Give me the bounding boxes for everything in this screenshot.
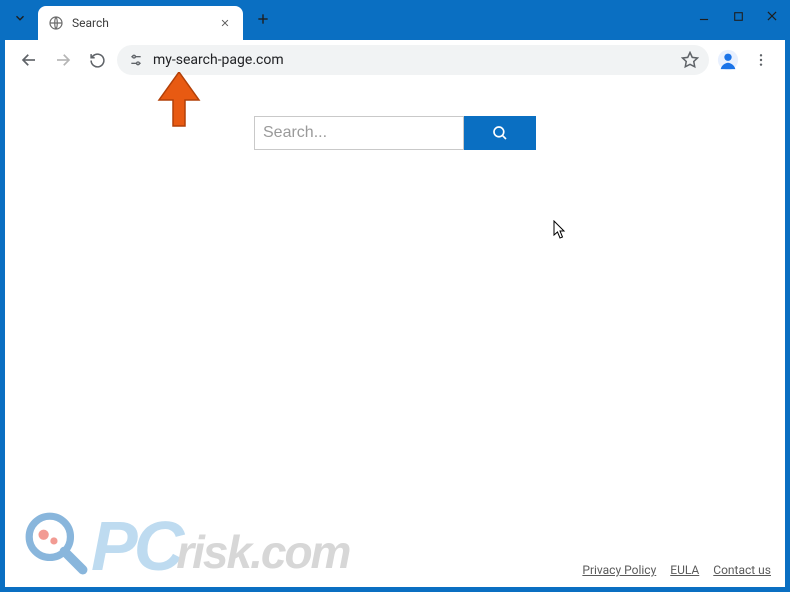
browser-window: Search	[0, 0, 790, 592]
browser-toolbar: my-search-page.com	[5, 40, 785, 80]
watermark-logo: PC risk.com	[23, 510, 349, 581]
footer-link-contact[interactable]: Contact us	[713, 563, 771, 577]
globe-icon	[48, 15, 64, 31]
annotation-arrow-icon	[155, 72, 203, 134]
close-window-button[interactable]	[764, 8, 780, 24]
address-bar[interactable]: my-search-page.com	[117, 45, 709, 75]
tabs-dropdown-button[interactable]	[8, 6, 32, 30]
tab-close-button[interactable]	[217, 15, 233, 31]
footer-link-privacy[interactable]: Privacy Policy	[582, 563, 656, 577]
titlebar: Search	[0, 0, 790, 40]
footer-link-eula[interactable]: EULA	[670, 563, 699, 577]
window-controls	[696, 8, 780, 24]
profile-avatar[interactable]	[715, 47, 741, 73]
maximize-button[interactable]	[730, 8, 746, 24]
mouse-cursor-icon	[553, 220, 567, 244]
page-content: Privacy Policy EULA Contact us PC risk.c…	[5, 80, 785, 587]
browser-tab[interactable]: Search	[38, 6, 243, 40]
reload-button[interactable]	[83, 46, 111, 74]
watermark-pc-text: PC	[91, 511, 180, 581]
search-button[interactable]	[464, 116, 536, 150]
url-text: my-search-page.com	[153, 52, 284, 68]
watermark-risk-text: risk.com	[176, 529, 349, 575]
search-input[interactable]	[254, 116, 464, 150]
bookmark-star-icon[interactable]	[681, 51, 699, 69]
magnifier-icon	[23, 510, 89, 581]
browser-menu-button[interactable]	[747, 46, 775, 74]
footer-links: Privacy Policy EULA Contact us	[582, 563, 771, 577]
search-form	[254, 116, 536, 150]
forward-button[interactable]	[49, 46, 77, 74]
back-button[interactable]	[15, 46, 43, 74]
search-icon	[491, 124, 509, 142]
new-tab-button[interactable]	[249, 5, 277, 33]
tab-title: Search	[72, 16, 209, 30]
minimize-button[interactable]	[696, 8, 712, 24]
site-settings-icon[interactable]	[127, 51, 145, 69]
